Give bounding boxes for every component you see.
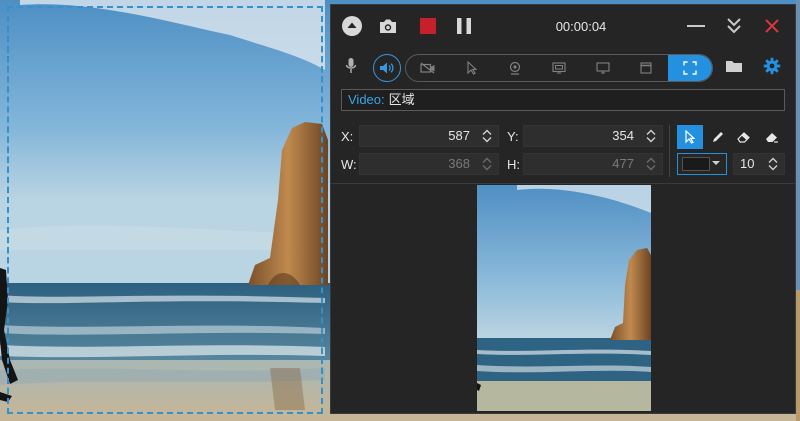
- x-label: X:: [341, 129, 354, 144]
- eject-icon[interactable]: [341, 15, 363, 37]
- video-label: Video:: [348, 92, 385, 107]
- video-source-field[interactable]: Video: 区域: [341, 89, 785, 111]
- gear-icon[interactable]: [763, 57, 781, 80]
- eraser-icon[interactable]: [731, 125, 757, 149]
- capture-region-selection[interactable]: [7, 6, 323, 414]
- preview-image: [477, 185, 651, 411]
- camera-icon[interactable]: [377, 15, 399, 37]
- stop-icon[interactable]: [417, 15, 439, 37]
- minimize-icon[interactable]: [685, 15, 707, 37]
- pen-icon[interactable]: [705, 125, 731, 149]
- collapse-icon[interactable]: [723, 15, 745, 37]
- w-label: W:: [341, 157, 357, 172]
- screen-icon[interactable]: [581, 55, 625, 81]
- x-spinner-icon[interactable]: [482, 129, 492, 143]
- y-input[interactable]: 354: [523, 125, 663, 147]
- pointer-icon[interactable]: [677, 125, 703, 149]
- window-icon[interactable]: [537, 55, 581, 81]
- speaker-icon[interactable]: [373, 54, 401, 82]
- w-value: 368: [448, 156, 470, 171]
- h-label: H:: [507, 157, 520, 172]
- capture-preview: [477, 185, 651, 411]
- x-input[interactable]: 587: [359, 125, 499, 147]
- webcam-icon[interactable]: [493, 55, 537, 81]
- toolbar-divider: [669, 125, 670, 177]
- preview-separator: [331, 183, 795, 184]
- recorder-window: 00:00:04 Video: 区域 X: 587 Y: 354 W: 368 …: [330, 4, 796, 414]
- recorder-titlebar: 00:00:04: [331, 5, 795, 49]
- h-input[interactable]: 477: [523, 153, 663, 175]
- pen-size-input[interactable]: 10: [733, 153, 785, 175]
- no-camera-icon[interactable]: [406, 55, 450, 81]
- app-window-icon[interactable]: [625, 55, 669, 81]
- x-value: 587: [448, 128, 470, 143]
- chevron-down-icon[interactable]: [711, 160, 721, 166]
- w-spinner-icon[interactable]: [482, 157, 492, 171]
- size-spinner-icon[interactable]: [768, 157, 778, 171]
- capture-mode-selector: [405, 54, 713, 82]
- y-label: Y:: [507, 129, 519, 144]
- pen-size-value: 10: [740, 156, 755, 171]
- recording-timer: 00:00:04: [555, 19, 607, 34]
- clear-icon[interactable]: [759, 125, 785, 149]
- y-spinner-icon[interactable]: [646, 129, 656, 143]
- y-value: 354: [612, 128, 634, 143]
- folder-icon[interactable]: [725, 59, 743, 78]
- h-spinner-icon[interactable]: [646, 157, 656, 171]
- pen-color-swatch: [682, 157, 710, 171]
- w-input[interactable]: 368: [359, 153, 499, 175]
- microphone-icon[interactable]: [345, 57, 357, 80]
- source-toolbar: [331, 51, 795, 85]
- region-icon[interactable]: [668, 55, 712, 81]
- pause-icon[interactable]: [453, 15, 475, 37]
- h-value: 477: [612, 156, 634, 171]
- close-icon[interactable]: [761, 15, 783, 37]
- cursor-icon[interactable]: [450, 55, 494, 81]
- video-source-value: 区域: [388, 92, 415, 107]
